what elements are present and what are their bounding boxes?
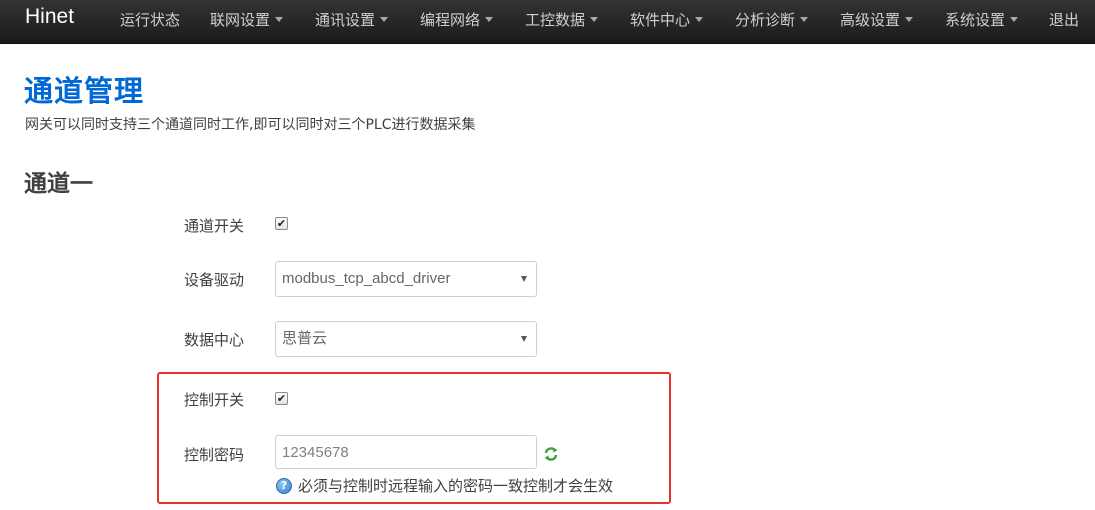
control-switch-label: 控制开关 [184,391,245,409]
caret-down-icon [905,17,914,22]
nav-item-logout[interactable]: 退出 [1049,0,1079,40]
dropdown-arrow-icon [521,276,527,282]
page-description: 网关可以同时支持三个通道同时工作,即可以同时对三个PLC进行数据采集 [25,117,476,133]
caret-down-icon [800,17,809,22]
channel-switch-label: 通道开关 [184,217,245,235]
data-center-value: 思普云 [282,330,328,347]
data-center-label: 数据中心 [184,331,245,349]
control-password-hint: 必须与控制时远程输入的密码一致控制才会生效 [298,477,614,495]
nav-item-running-status[interactable]: 运行状态 [120,0,180,40]
control-password-label: 控制密码 [184,446,245,464]
page-title: 通道管理 [24,74,145,108]
caret-down-icon [695,17,704,22]
dropdown-arrow-icon [521,336,527,342]
nav-item-label: 通讯设置 [315,11,376,29]
nav-item-label: 软件中心 [630,11,691,29]
nav-item-label: 退出 [1049,11,1080,29]
checkmark-icon: ✔ [276,392,287,405]
channel-switch-checkbox[interactable]: ✔ [275,217,288,230]
checkmark-icon: ✔ [276,217,287,230]
nav-item-advanced-settings[interactable]: 高级设置 [840,0,914,40]
caret-down-icon [590,17,599,22]
refresh-icon[interactable] [543,446,559,462]
caret-down-icon [275,17,284,22]
nav-item-software-center[interactable]: 软件中心 [630,0,704,40]
help-icon: ? [276,478,292,494]
nav-item-communication-settings[interactable]: 通讯设置 [315,0,389,40]
nav-item-system-settings[interactable]: 系统设置 [945,0,1019,40]
control-switch-checkbox[interactable]: ✔ [275,392,288,405]
nav-item-label: 运行状态 [120,11,181,29]
nav-item-label: 工控数据 [525,11,586,29]
caret-down-icon [380,17,389,22]
nav-item-label: 系统设置 [945,11,1006,29]
section-title-channel-1: 通道一 [24,171,93,197]
nav-item-industrial-data[interactable]: 工控数据 [525,0,599,40]
nav-item-network-settings[interactable]: 联网设置 [210,0,284,40]
nav-item-label: 分析诊断 [735,11,796,29]
device-driver-value: modbus_tcp_abcd_driver [282,270,451,287]
nav-item-analysis-diagnosis[interactable]: 分析诊断 [735,0,809,40]
caret-down-icon [1010,17,1019,22]
device-driver-select[interactable]: modbus_tcp_abcd_driver [275,261,537,297]
nav-item-programming-network[interactable]: 编程网络 [420,0,494,40]
nav-item-label: 编程网络 [420,11,481,29]
top-navbar: Hinet 运行状态 联网设置 通讯设置 编程网络 工控数据 软件中心 分析诊断… [0,0,1095,44]
nav-item-label: 高级设置 [840,11,901,29]
control-password-input[interactable] [275,435,537,469]
caret-down-icon [485,17,494,22]
device-driver-label: 设备驱动 [184,271,245,289]
nav-item-label: 联网设置 [210,11,271,29]
brand-logo[interactable]: Hinet [25,5,74,29]
data-center-select[interactable]: 思普云 [275,321,537,357]
